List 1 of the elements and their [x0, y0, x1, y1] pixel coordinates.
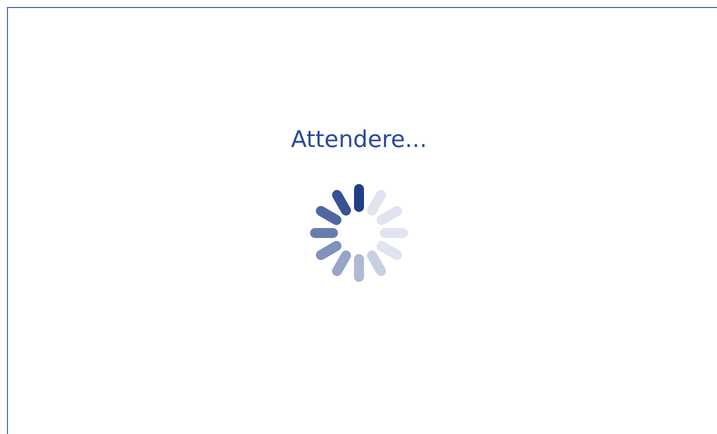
loading-message: Attendere... [291, 126, 427, 155]
